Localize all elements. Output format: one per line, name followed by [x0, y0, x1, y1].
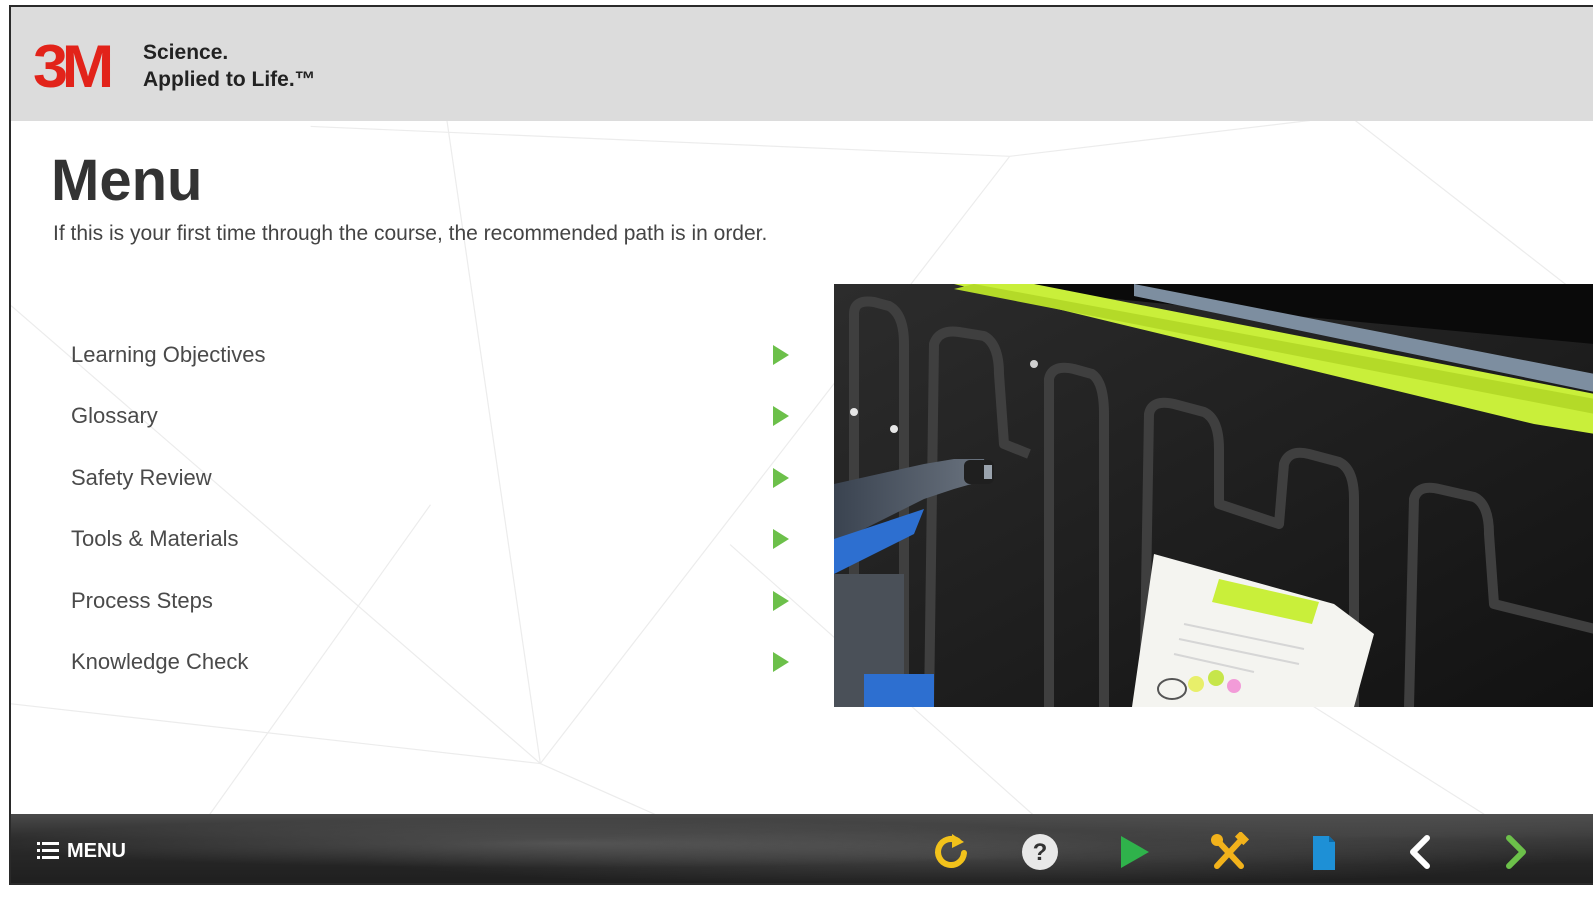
- help-icon[interactable]: ?: [1020, 832, 1060, 872]
- play-arrow-icon[interactable]: [773, 590, 789, 611]
- menu-item-label: Glossary: [71, 403, 158, 429]
- tagline-line-1: Science.: [143, 41, 229, 64]
- menu-item-safety-review[interactable]: Safety Review: [51, 447, 811, 509]
- play-arrow-icon[interactable]: [773, 467, 789, 488]
- menu-item-label: Learning Objectives: [71, 341, 266, 367]
- footer-texture: [11, 814, 1593, 883]
- brand-tagline: Science. Applied to Life.™: [143, 39, 316, 93]
- replay-icon[interactable]: [932, 832, 972, 872]
- menu-item-learning-objectives[interactable]: Learning Objectives: [51, 324, 811, 386]
- course-window: 3M Science. Applied to Life.™ Menu If th…: [9, 5, 1593, 885]
- play-arrow-icon[interactable]: [773, 529, 789, 550]
- menu-item-label: Tools & Materials: [71, 526, 239, 552]
- process-photo: [834, 284, 1593, 707]
- play-icon[interactable]: [1113, 832, 1153, 872]
- menu-button-label: MENU: [67, 839, 126, 862]
- process-photo-illustration: [834, 284, 1593, 707]
- tools-icon[interactable]: [1209, 830, 1250, 872]
- footer-nav-bar: MENU ?: [11, 814, 1593, 883]
- menu-item-process-steps[interactable]: Process Steps: [51, 570, 811, 632]
- play-arrow-icon[interactable]: [773, 652, 789, 673]
- course-menu-list: Learning Objectives Glossary Safety Revi…: [51, 324, 811, 693]
- header-bar: 3M Science. Applied to Life.™: [11, 7, 1593, 121]
- play-arrow-icon[interactable]: [773, 344, 789, 365]
- menu-item-label: Process Steps: [71, 587, 213, 613]
- tagline-line-2: Applied to Life.™: [143, 68, 316, 91]
- back-arrow-icon[interactable]: [1401, 832, 1441, 872]
- play-arrow-icon[interactable]: [773, 406, 789, 427]
- page-title: Menu: [51, 148, 203, 213]
- brand-logo: 3M: [33, 33, 114, 100]
- menu-item-tools-materials[interactable]: Tools & Materials: [51, 509, 811, 571]
- menu-item-glossary[interactable]: Glossary: [51, 386, 811, 448]
- menu-button[interactable]: MENU: [37, 836, 126, 866]
- hamburger-menu-icon: [37, 842, 59, 859]
- menu-item-knowledge-check[interactable]: Knowledge Check: [51, 632, 811, 694]
- svg-text:?: ?: [1033, 839, 1048, 866]
- menu-item-label: Safety Review: [71, 464, 212, 490]
- menu-item-label: Knowledge Check: [71, 649, 249, 675]
- intro-text: If this is your first time through the c…: [53, 222, 768, 245]
- next-arrow-icon[interactable]: [1495, 832, 1535, 872]
- document-icon[interactable]: [1303, 832, 1343, 872]
